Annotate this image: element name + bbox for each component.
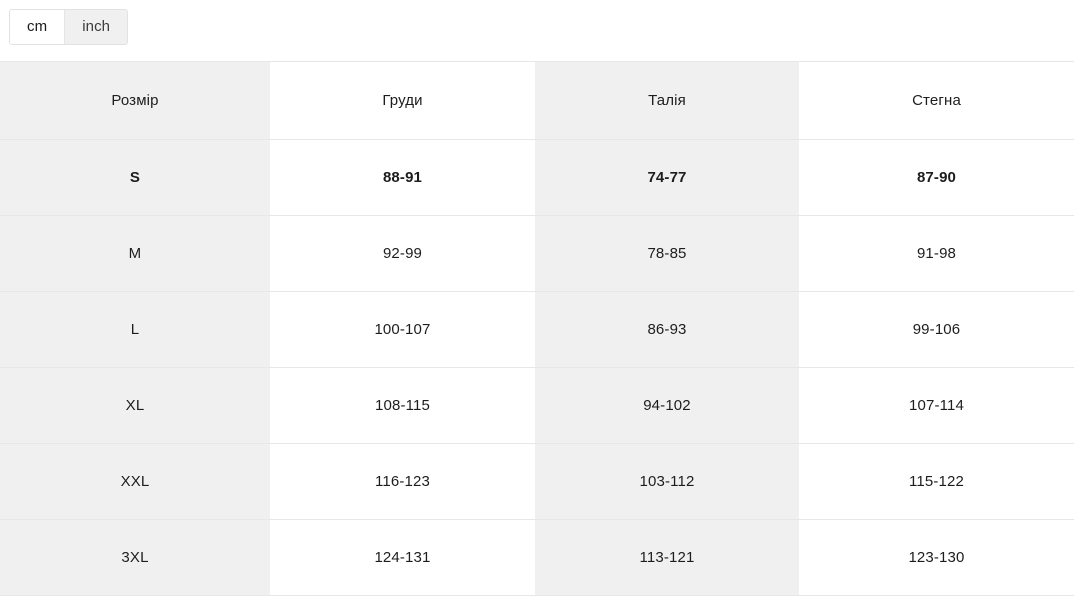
unit-toggle-group: cm inch — [9, 9, 129, 45]
size-label-cell: XXL — [0, 443, 270, 520]
size-chart-container: Розмір Груди Талія Стегна S 88-91 74-77 87-90 M… — [0, 61, 1074, 596]
size-label-cell: L — [0, 291, 270, 368]
measurement-cell: 86-93 — [535, 291, 799, 368]
measurement-cell: 107-114 — [799, 367, 1074, 444]
column-header-3: Стегна — [799, 61, 1074, 140]
measurement-cell: 78-85 — [535, 215, 799, 292]
measurement-cell: 88-91 — [270, 139, 535, 216]
size-label-cell: S — [0, 139, 270, 216]
measurement-cell: 91-98 — [799, 215, 1074, 292]
measurement-cell: 124-131 — [270, 519, 535, 596]
measurement-cell: 113-121 — [535, 519, 799, 596]
measurement-cell: 103-112 — [535, 443, 799, 520]
table-row: XL 108-115 94-102 107-114 — [0, 367, 1074, 444]
table-row: S 88-91 74-77 87-90 — [0, 139, 1074, 216]
measurement-cell: 123-130 — [799, 519, 1074, 596]
table-row: M 92-99 78-85 91-98 — [0, 215, 1074, 292]
unit-tab-inch[interactable]: inch — [64, 10, 128, 44]
measurement-cell: 92-99 — [270, 215, 535, 292]
table-row: XXL 116-123 103-112 115-122 — [0, 443, 1074, 520]
size-label-cell: 3XL — [0, 519, 270, 596]
column-header-0: Розмір — [0, 61, 270, 140]
column-header-2: Талія — [535, 61, 799, 140]
table-header-row: Розмір Груди Талія Стегна — [0, 61, 1074, 140]
table-row: L 100-107 86-93 99-106 — [0, 291, 1074, 368]
measurement-cell: 115-122 — [799, 443, 1074, 520]
unit-tab-cm[interactable]: cm — [10, 10, 65, 44]
size-label-cell: XL — [0, 367, 270, 444]
measurement-cell: 116-123 — [270, 443, 535, 520]
measurement-cell: 108-115 — [270, 367, 535, 444]
measurement-cell: 100-107 — [270, 291, 535, 368]
table-row: 3XL 124-131 113-121 123-130 — [0, 519, 1074, 596]
table-body: S 88-91 74-77 87-90 M 92-99 78-85 91-98 L 100-107… — [0, 139, 1074, 596]
size-label-cell: M — [0, 215, 270, 292]
measurement-cell: 87-90 — [799, 139, 1074, 216]
measurement-cell: 74-77 — [535, 139, 799, 216]
measurement-cell: 94-102 — [535, 367, 799, 444]
column-header-1: Груди — [270, 61, 535, 140]
measurement-cell: 99-106 — [799, 291, 1074, 368]
table-header: Розмір Груди Талія Стегна — [0, 61, 1074, 140]
size-chart-table: Розмір Груди Талія Стегна S 88-91 74-77 87-90 M… — [0, 61, 1074, 596]
